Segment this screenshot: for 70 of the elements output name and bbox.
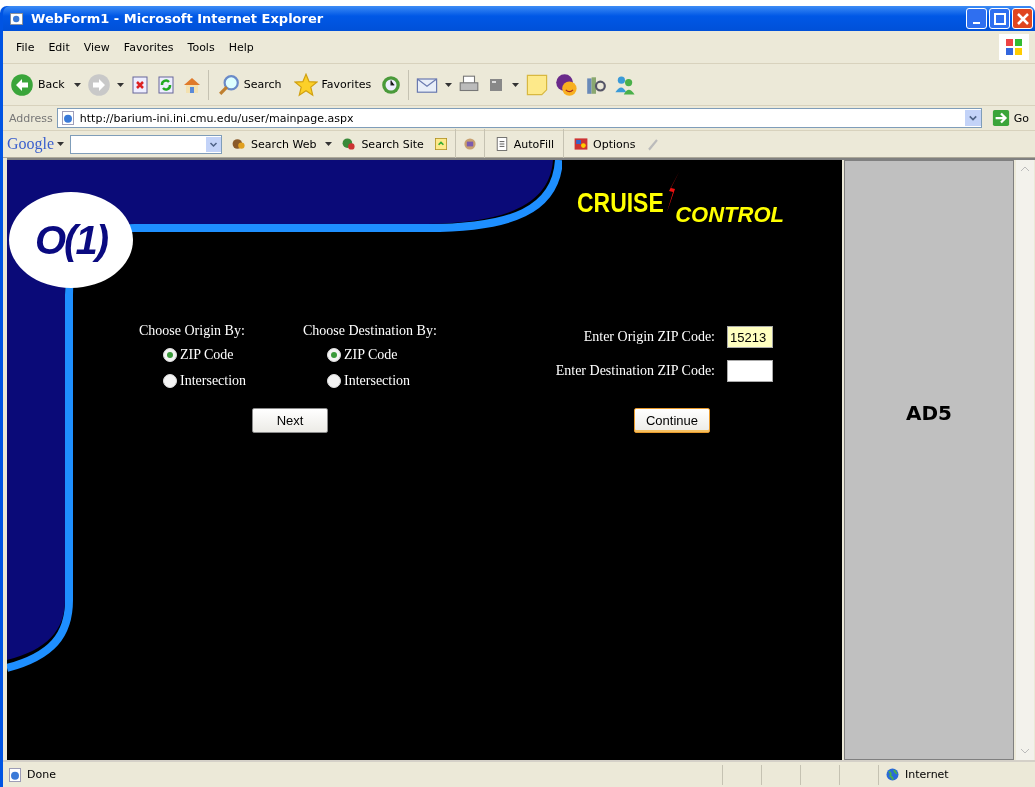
globe-icon[interactable] xyxy=(885,767,900,782)
zip-label: Enter Destination ZIP Code: xyxy=(555,363,715,379)
toolbar-icon[interactable] xyxy=(573,136,590,152)
menu-item[interactable]: Help xyxy=(221,40,261,54)
zip-input-field[interactable]: 15213 xyxy=(727,326,773,348)
smiley-icon[interactable] xyxy=(555,72,580,97)
radio-label: ZIP Code xyxy=(180,347,234,363)
radio-button[interactable] xyxy=(327,374,341,388)
close-button[interactable] xyxy=(1012,8,1033,29)
destination-label: Choose Destination By: xyxy=(303,322,438,340)
maximize-icon xyxy=(993,12,1006,25)
back-button[interactable]: Back xyxy=(7,72,68,97)
window-title: WebForm1 - Microsoft Internet Explorer xyxy=(31,11,324,26)
favorites-button[interactable]: Favorites xyxy=(290,72,375,97)
menu-item[interactable]: View xyxy=(76,40,117,54)
brand-text: CONTROL xyxy=(675,202,784,228)
caret-icon[interactable] xyxy=(116,82,124,87)
go-button[interactable]: Go xyxy=(985,109,1035,127)
ie-page-icon[interactable] xyxy=(7,766,23,783)
google-search-field[interactable] xyxy=(70,134,223,154)
go-arrow-icon[interactable] xyxy=(991,109,1010,127)
history-clock-icon[interactable] xyxy=(380,73,403,96)
caret-icon[interactable] xyxy=(445,82,453,87)
ie-page-icon[interactable] xyxy=(59,110,76,126)
refresh-icon[interactable] xyxy=(155,74,176,95)
form-button[interactable]: Continue xyxy=(634,408,710,433)
star-icon[interactable] xyxy=(293,72,318,97)
windows-flag-icon xyxy=(999,34,1029,60)
toolbar-icon[interactable] xyxy=(231,136,248,152)
zone-text: Internet xyxy=(905,768,949,781)
address-field[interactable]: http://barium-ini.ini.cmu.edu/user/mainpage.aspx xyxy=(56,108,982,128)
dropdown-icon[interactable] xyxy=(206,136,222,152)
menu-item[interactable]: Favorites xyxy=(116,40,181,54)
maximize-button[interactable] xyxy=(989,8,1010,29)
status-text: Done xyxy=(27,768,56,781)
menu-item[interactable]: Edit xyxy=(41,40,77,54)
minimize-icon xyxy=(973,21,980,24)
address-label: Address xyxy=(9,111,53,125)
dropdown-icon[interactable] xyxy=(964,110,981,126)
zip-label: Enter Origin ZIP Code: xyxy=(583,329,715,345)
radio-button[interactable] xyxy=(163,374,177,388)
form-button[interactable]: Next xyxy=(252,408,328,433)
brand-text: CRUISE xyxy=(577,188,664,219)
google-toolbar-button[interactable]: AutoFill xyxy=(490,136,558,152)
radio-button[interactable] xyxy=(163,348,177,362)
caret-icon[interactable] xyxy=(512,82,520,87)
caret-icon[interactable] xyxy=(73,82,81,87)
zip-input-field[interactable] xyxy=(727,360,773,382)
google-toolbar-button[interactable]: Search Web xyxy=(228,136,320,152)
toolbar-icon[interactable] xyxy=(341,136,358,152)
ad-text: AD5 xyxy=(906,401,952,425)
origin-label: Choose Origin By: xyxy=(139,322,246,340)
google-menu-button[interactable]: Google xyxy=(7,135,65,153)
url-text: http://barium-ini.ini.cmu.edu/user/mainpage.aspx xyxy=(79,111,355,125)
google-toolbar-button[interactable]: Options xyxy=(570,136,639,152)
radio-label: Intersection xyxy=(180,373,247,389)
radio-label: ZIP Code xyxy=(344,347,398,363)
ie-window-icon[interactable] xyxy=(9,10,25,27)
search-button[interactable]: Search xyxy=(214,73,285,96)
caret-icon[interactable] xyxy=(57,142,65,146)
caret-icon[interactable] xyxy=(325,142,333,146)
close-icon xyxy=(1016,12,1029,25)
radio-label: Intersection xyxy=(344,373,411,389)
menu-item[interactable]: File xyxy=(9,40,42,54)
radio-button[interactable] xyxy=(327,348,341,362)
minimize-button[interactable] xyxy=(966,8,987,29)
search-icon[interactable] xyxy=(217,73,240,96)
stop-icon[interactable] xyxy=(129,74,150,95)
menu-item[interactable]: Tools xyxy=(180,40,222,54)
google-toolbar-button[interactable]: Search Site xyxy=(338,136,427,152)
